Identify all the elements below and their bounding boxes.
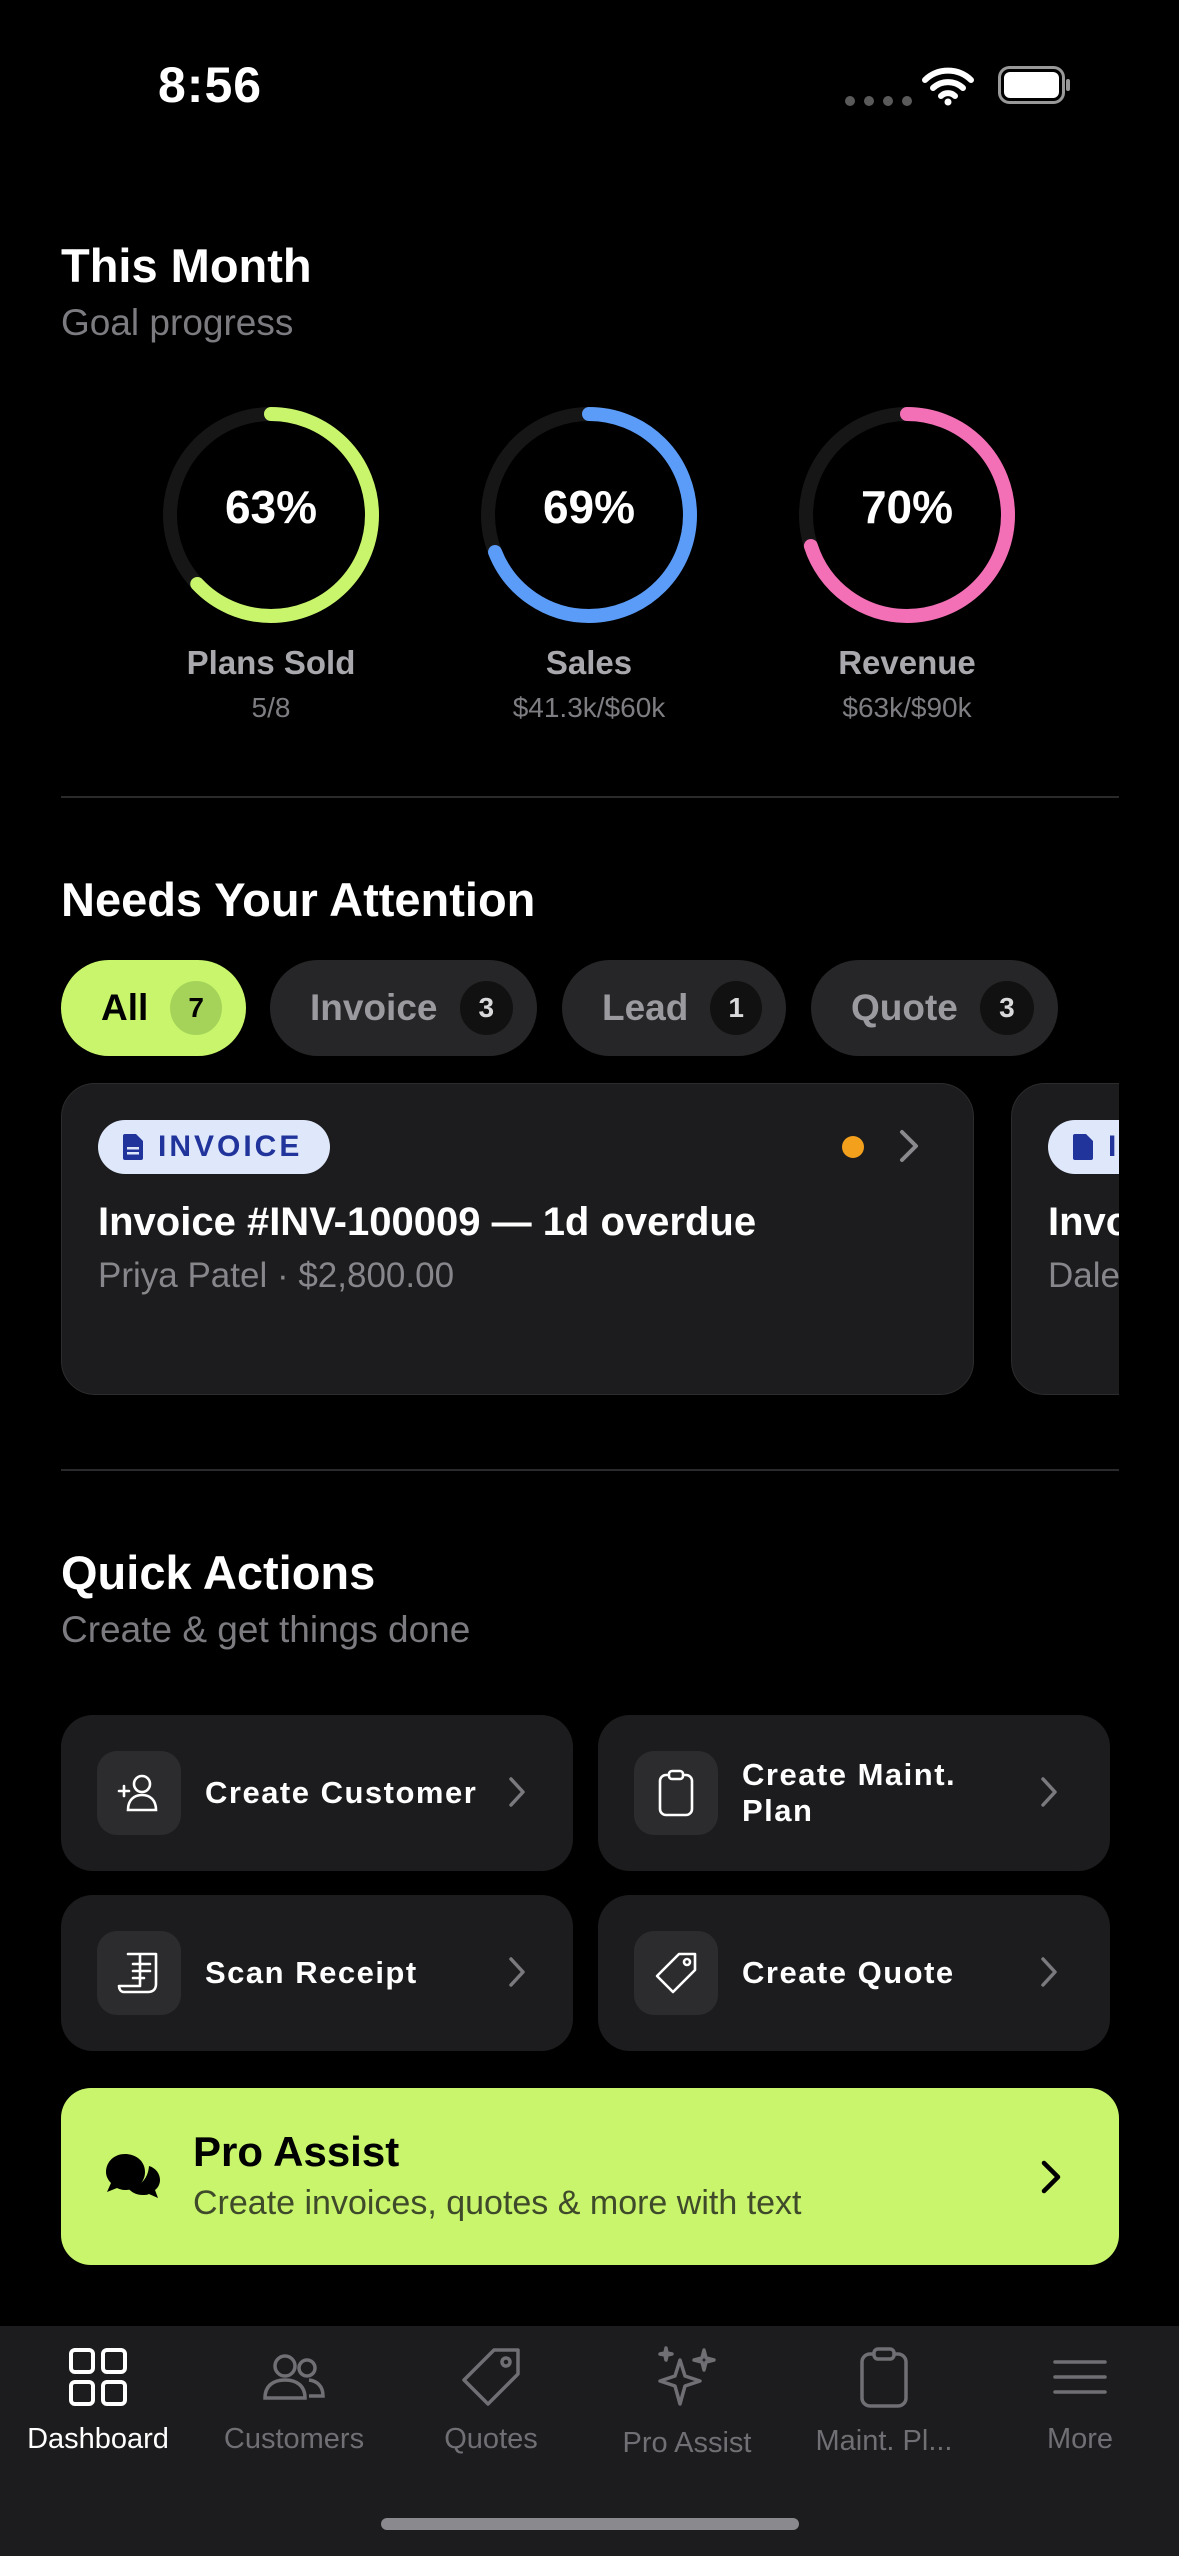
quick-actions-subtitle: Create & get things done xyxy=(61,1609,471,1650)
action-label-line1: Create Maint. xyxy=(742,1757,957,1792)
badge-label: INVOICE xyxy=(158,1130,303,1163)
chevron-right-icon xyxy=(1041,2160,1061,2194)
tab-label: More xyxy=(1046,2423,1114,2455)
tab-pro-assist[interactable]: Pro Assist xyxy=(589,2346,785,2460)
goal-label: Sales xyxy=(545,644,633,681)
goal-label: Plans Sold xyxy=(186,644,356,681)
clipboard-icon xyxy=(634,1751,718,1835)
card-subtitle: Priya Patel · $2,800.00 xyxy=(98,1256,455,1295)
goal-value: $63k/$90k xyxy=(842,692,972,723)
cellular-signal-icon xyxy=(845,96,912,106)
menu-icon xyxy=(1053,2360,1107,2394)
card-title: Invoice xyxy=(1048,1200,1119,1244)
divider xyxy=(61,1469,1119,1471)
status-dot xyxy=(842,1136,864,1158)
action-label: Scan Receipt xyxy=(205,1955,418,1990)
create-maint-plan-button[interactable]: Create Maint. Plan xyxy=(598,1715,1110,1871)
chevron-right-icon xyxy=(1041,1777,1057,1807)
filter-chip-quote[interactable]: Quote 3 xyxy=(811,960,1058,1056)
chip-label: Quote xyxy=(851,987,958,1028)
tab-label: Maint. Pl... xyxy=(815,2425,953,2457)
tab-label: Quotes xyxy=(444,2423,538,2455)
chevron-right-icon xyxy=(509,1777,525,1807)
action-label: Create Maint. Plan xyxy=(742,1757,956,1829)
chip-count: 7 xyxy=(170,981,222,1035)
invoice-badge: INVOICE xyxy=(1048,1120,1119,1174)
person-plus-icon xyxy=(97,1751,181,1835)
battery-icon xyxy=(998,66,1070,104)
pro-assist-banner[interactable]: Pro Assist Create invoices, quotes & mor… xyxy=(61,2088,1119,2265)
tab-customers[interactable]: Customers xyxy=(196,2346,392,2456)
goals-title: This Month xyxy=(61,239,312,292)
tab-maint-plans[interactable]: Maint. Pl... xyxy=(786,2346,982,2458)
clipboard-icon xyxy=(860,2347,908,2408)
goal-value: $41.3k/$60k xyxy=(512,692,666,723)
document-icon xyxy=(1073,1134,1093,1160)
goal-percent: 69% xyxy=(542,481,636,533)
badge-label: INVOICE xyxy=(1108,1130,1119,1163)
goal-plans-sold: 63% Plans Sold 5/8 xyxy=(156,400,386,724)
divider xyxy=(61,796,1119,798)
create-customer-button[interactable]: Create Customer xyxy=(61,1715,573,1871)
attention-card[interactable]: INVOICE Invoice #INV-100009 — 1d overdue… xyxy=(61,1083,974,1395)
goals-subtitle: Goal progress xyxy=(61,302,294,343)
action-label-line2: Plan xyxy=(742,1793,814,1828)
pro-assist-title: Pro Assist xyxy=(193,2128,400,2175)
sparkles-icon xyxy=(658,2346,716,2406)
action-label: Create Quote xyxy=(742,1955,955,1990)
chip-count: 1 xyxy=(710,981,762,1035)
goal-sales: 69% Sales $41.3k/$60k xyxy=(474,400,704,724)
tab-label: Customers xyxy=(223,2423,365,2455)
invoice-badge: INVOICE xyxy=(98,1120,331,1174)
card-subtitle: Dale xyxy=(1048,1256,1119,1295)
chip-label: Lead xyxy=(602,987,689,1028)
tab-more[interactable]: More xyxy=(982,2346,1178,2456)
attention-title: Needs Your Attention xyxy=(61,873,536,926)
goal-revenue: 70% Revenue $63k/$90k xyxy=(792,400,1022,724)
wifi-icon xyxy=(922,67,974,106)
tab-dashboard[interactable]: Dashboard xyxy=(0,2346,196,2456)
goal-percent: 70% xyxy=(860,481,954,533)
attention-card[interactable]: INVOICE Invoice Dale xyxy=(1011,1083,1119,1395)
scan-receipt-button[interactable]: Scan Receipt xyxy=(61,1895,573,2051)
filter-chip-invoice[interactable]: Invoice 3 xyxy=(270,960,537,1056)
document-icon xyxy=(123,1134,143,1160)
goal-value: 5/8 xyxy=(251,692,291,723)
goal-percent: 63% xyxy=(224,481,318,533)
people-icon xyxy=(263,2354,325,2400)
card-title: Invoice #INV-100009 — 1d overdue xyxy=(98,1200,757,1244)
tag-icon xyxy=(462,2348,520,2406)
chip-count: 3 xyxy=(459,981,513,1035)
pro-assist-subtitle: Create invoices, quotes & more with text xyxy=(193,2184,802,2222)
tab-quotes[interactable]: Quotes xyxy=(393,2346,589,2456)
tag-icon xyxy=(634,1931,718,2015)
tab-label: Pro Assist xyxy=(622,2427,752,2459)
goal-label: Revenue xyxy=(838,644,976,681)
status-time: 8:56 xyxy=(158,57,263,113)
create-quote-button[interactable]: Create Quote xyxy=(598,1895,1110,2051)
chip-label: All xyxy=(101,987,149,1028)
chevron-right-icon xyxy=(509,1957,525,1987)
filter-chip-all[interactable]: All 7 xyxy=(61,960,246,1056)
chat-bubbles-icon xyxy=(106,2154,160,2198)
filter-chip-lead[interactable]: Lead 1 xyxy=(562,960,786,1056)
home-indicator xyxy=(381,2518,799,2530)
chevron-right-icon xyxy=(1041,1957,1057,1987)
grid-icon xyxy=(69,2348,127,2406)
receipt-icon xyxy=(97,1931,181,2015)
chip-count: 3 xyxy=(979,981,1034,1035)
chip-label: Invoice xyxy=(310,987,438,1028)
tab-label: Dashboard xyxy=(27,2423,169,2455)
attention-carousel[interactable]: INVOICE Invoice #INV-100009 — 1d overdue… xyxy=(61,1083,1119,1397)
action-label: Create Customer xyxy=(205,1775,478,1810)
quick-actions-title: Quick Actions xyxy=(61,1546,376,1599)
chevron-right-icon[interactable] xyxy=(897,1128,921,1164)
